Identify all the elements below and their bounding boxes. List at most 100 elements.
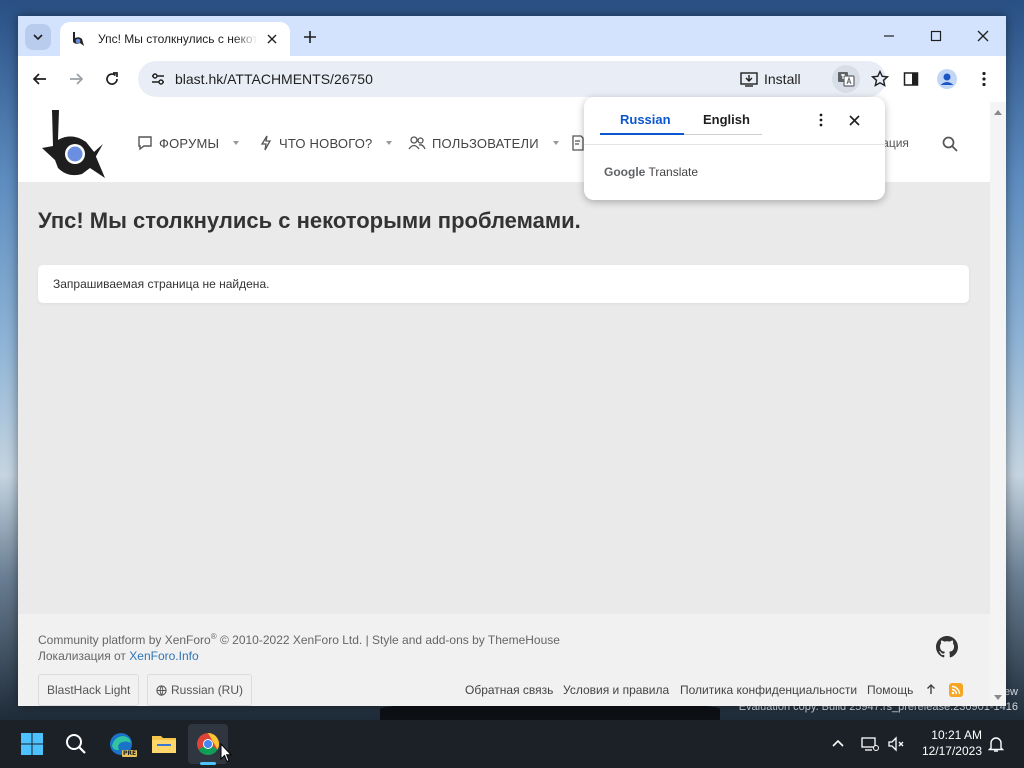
plus-icon: [304, 31, 316, 43]
browser-tab[interactable]: Упс! Мы столкнулись с некоторыми проблем…: [60, 22, 290, 56]
taskbar-clock[interactable]: 10:21 AM 12/17/2023: [912, 727, 982, 759]
forward-button[interactable]: [62, 65, 90, 93]
nav-whats-new[interactable]: ЧТО НОВОГО?: [259, 132, 393, 154]
tab-track: [684, 134, 762, 135]
minimize-button[interactable]: [866, 22, 912, 50]
chrome-running-indicator: [200, 762, 216, 765]
translate-divider: [584, 144, 885, 145]
error-message-block: Запрашиваемая страница не найдена.: [38, 265, 969, 303]
translate-close-button[interactable]: [843, 109, 865, 131]
localization-link[interactable]: XenForo.Info: [129, 649, 198, 663]
close-icon: [848, 114, 860, 126]
new-tab-button[interactable]: [298, 25, 322, 49]
tab-title: Упс! Мы столкнулись с некоторыми проблем…: [98, 32, 258, 46]
chat-icon: [138, 136, 152, 151]
search-icon: [66, 734, 86, 754]
bookmark-button[interactable]: [866, 65, 894, 93]
nav-forums[interactable]: ФОРУМЫ: [137, 132, 240, 154]
localization-prefix: Локализация от: [38, 649, 130, 663]
translate-target-tab[interactable]: English: [703, 112, 750, 127]
site-info-button[interactable]: [144, 65, 172, 93]
reload-button[interactable]: [98, 65, 126, 93]
translate-source-tab[interactable]: Russian: [620, 112, 671, 127]
close-window-button[interactable]: [960, 22, 1006, 50]
install-label: Install: [764, 71, 801, 87]
speaker-muted-icon: [888, 736, 904, 752]
footer-copyright-text[interactable]: Community platform by XenForo: [38, 633, 211, 647]
tab-strip: Упс! Мы столкнулись с некоторыми проблем…: [18, 16, 1006, 56]
chevron-down-icon: [552, 141, 559, 145]
style-chooser-button[interactable]: BlastHack Light: [38, 674, 140, 706]
more-vert-icon: [982, 71, 986, 87]
footer-link-terms[interactable]: Условия и правила: [563, 683, 669, 697]
error-message: Запрашиваемая страница не найдена.: [53, 277, 270, 291]
network-button[interactable]: [860, 734, 880, 754]
edge-app-button[interactable]: PRE: [101, 724, 141, 764]
footer-link-privacy[interactable]: Политика конфиденциальности: [680, 683, 857, 697]
browser-toolbar: blast.hk/ATTACHMENTS/26750 Install: [18, 56, 1006, 102]
bell-icon: [988, 737, 1004, 752]
avatar-icon: [937, 69, 957, 89]
nav-more[interactable]: [571, 132, 585, 154]
chevron-down-icon: [233, 141, 240, 145]
chevron-up-icon: [832, 739, 844, 747]
site-search-button[interactable]: [938, 132, 962, 156]
profile-button[interactable]: [933, 65, 961, 93]
nav-members[interactable]: ПОЛЬЗОВАТЕЛИ: [408, 132, 559, 154]
more-vert-icon: [819, 113, 823, 127]
scroll-thumb[interactable]: [994, 122, 1002, 592]
back-button[interactable]: [26, 65, 54, 93]
nav-whats-new-label: ЧТО НОВОГО?: [279, 135, 373, 151]
mouse-cursor-icon: [220, 743, 232, 763]
blasthack-logo[interactable]: [38, 108, 108, 178]
taskbar-search-button[interactable]: [56, 724, 96, 764]
file-explorer-button[interactable]: [144, 724, 184, 764]
bolt-icon: [260, 135, 272, 151]
globe-icon: [156, 684, 167, 696]
footer-link-help[interactable]: Помощь: [867, 683, 913, 697]
language-chooser-button[interactable]: Russian (RU): [147, 674, 253, 706]
translate-popup: Russian English Google Translate: [584, 97, 885, 200]
maximize-button[interactable]: [913, 22, 959, 50]
clock-date: 12/17/2023: [921, 744, 982, 758]
tune-icon: [152, 73, 164, 85]
users-icon: [408, 136, 426, 150]
translate-page-button[interactable]: [832, 65, 860, 93]
github-icon[interactable]: [936, 636, 958, 658]
footer-link-contact[interactable]: Обратная связь: [465, 683, 553, 697]
network-icon: [861, 737, 879, 751]
footer-copyright: Community platform by XenForo® © 2010-20…: [38, 632, 560, 647]
search-icon: [942, 136, 958, 152]
notifications-button[interactable]: [986, 734, 1006, 754]
start-button[interactable]: [12, 724, 52, 764]
site-footer: Community platform by XenForo® © 2010-20…: [18, 614, 990, 706]
nav-members-label: ПОЛЬЗОВАТЕЛИ: [432, 135, 539, 151]
browser-menu-button[interactable]: [970, 65, 998, 93]
scroll-up-icon[interactable]: [994, 110, 1002, 115]
star-icon: [871, 70, 889, 87]
document-edit-icon: [572, 135, 584, 151]
arrow-up-icon[interactable]: [926, 684, 936, 695]
install-app-button[interactable]: Install: [736, 65, 805, 93]
edge-pre-badge: PRE: [122, 750, 138, 757]
volume-button[interactable]: [886, 734, 906, 754]
footer-localization: Локализация от XenForo.Info: [38, 649, 199, 663]
translate-options-button[interactable]: [810, 109, 832, 131]
address-bar[interactable]: blast.hk/ATTACHMENTS/26750 Install: [138, 61, 889, 97]
page-scrollbar[interactable]: [990, 102, 1006, 706]
scroll-down-icon[interactable]: [994, 695, 1002, 700]
blasthack-favicon: [73, 32, 84, 46]
minimize-icon: [884, 35, 894, 37]
active-tab-indicator: [600, 133, 684, 135]
style-chooser-label: BlastHack Light: [47, 683, 131, 697]
folder-icon: [152, 736, 176, 753]
rss-icon[interactable]: [949, 683, 963, 697]
side-panel-button[interactable]: [897, 65, 925, 93]
tab-search-button[interactable]: [25, 24, 51, 50]
tab-close-icon[interactable]: [262, 29, 282, 49]
page-title: Упс! Мы столкнулись с некоторыми проблем…: [38, 208, 581, 233]
tray-overflow-button[interactable]: [828, 734, 848, 754]
google-translate-brand: Google Translate: [604, 165, 698, 179]
url-text[interactable]: blast.hk/ATTACHMENTS/26750: [175, 71, 373, 87]
desktop-watermark-partial: ew: [1003, 686, 1018, 698]
